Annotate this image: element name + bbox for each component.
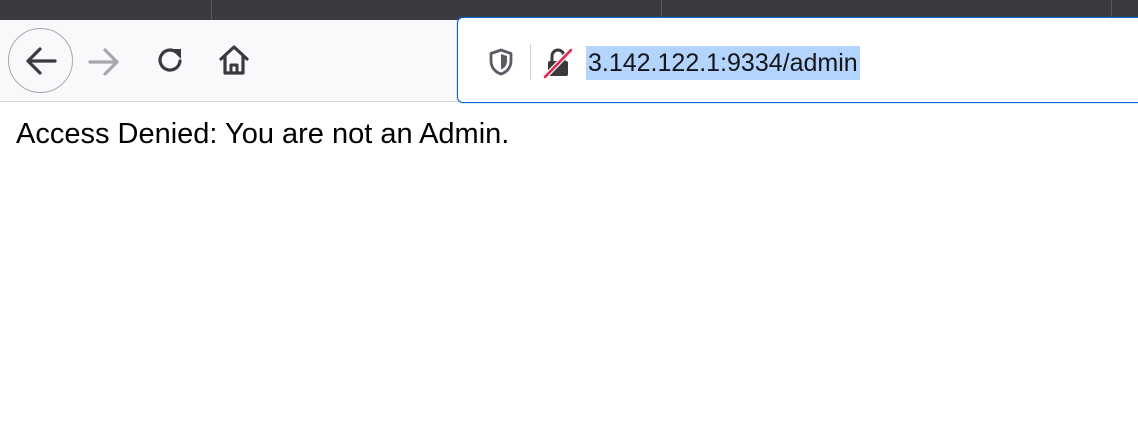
home-icon (219, 45, 249, 75)
address-bar[interactable]: 3.142.122.1:9334/admin (457, 17, 1138, 103)
url-text[interactable]: 3.142.122.1:9334/admin (586, 46, 860, 80)
insecure-lock-icon[interactable] (542, 46, 574, 80)
tab-divider (211, 0, 212, 20)
address-bar-separator (530, 44, 531, 80)
forward-button[interactable] (82, 40, 126, 84)
back-arrow-icon (25, 46, 57, 75)
access-denied-message: Access Denied: You are not an Admin. (16, 118, 510, 150)
reload-icon (158, 48, 182, 72)
shield-icon[interactable] (488, 48, 514, 76)
navigation-toolbar: 3.142.122.1:9334/admin (0, 17, 1138, 103)
back-button[interactable] (8, 28, 73, 93)
reload-button[interactable] (148, 38, 192, 82)
forward-arrow-icon (88, 48, 119, 76)
home-button[interactable] (212, 38, 256, 82)
